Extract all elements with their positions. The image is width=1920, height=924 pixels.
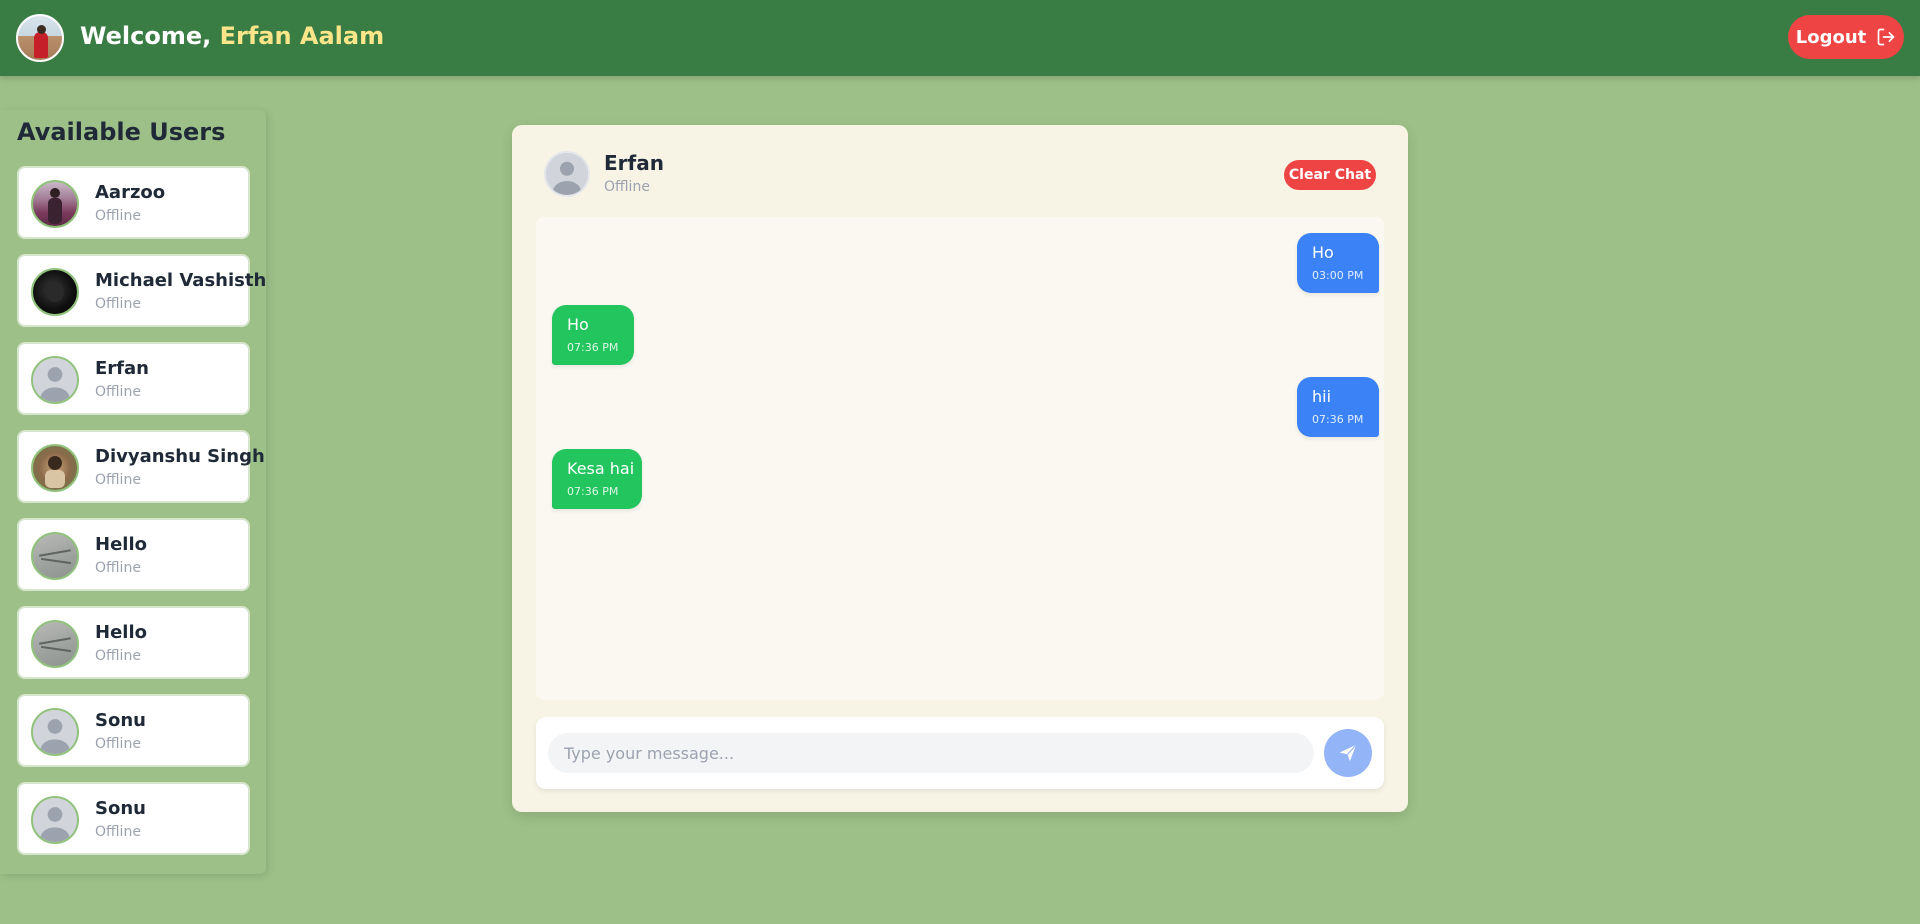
sidebar-title: Available Users [17,118,226,146]
app-header: Welcome, Erfan Aalam Logout [0,0,1920,76]
user-avatar [31,180,79,228]
default-user-icon [31,796,79,844]
user-name: Hello [95,534,147,555]
user-name: Michael Vashisth [95,270,267,291]
user-card-sonu[interactable]: Sonu Offline [17,782,250,855]
user-status: Offline [95,384,141,400]
send-icon [1339,744,1357,762]
user-name: Divyanshu Singh [95,446,265,467]
user-status: Offline [95,208,141,224]
current-user-name: Erfan Aalam [219,22,385,50]
message-bubble-received: Ho 07:36 PM [552,305,634,365]
current-user-avatar [16,14,64,62]
user-status: Offline [95,648,141,664]
user-avatar [31,532,79,580]
user-card-hello[interactable]: Hello Offline [17,518,250,591]
message-list[interactable]: Ho 03:00 PM Ho 07:36 PM hii 07:36 PM Kes… [536,217,1384,700]
clear-chat-button[interactable]: Clear Chat [1284,160,1376,190]
user-name: Hello [95,622,147,643]
message-composer [536,717,1384,789]
default-user-icon [544,151,590,197]
user-name: Sonu [95,798,146,819]
message-text: hii [1312,387,1332,406]
user-name: Aarzoo [95,182,166,203]
default-user-icon [31,708,79,756]
user-status: Offline [95,472,141,488]
chat-contact-status: Offline [604,179,650,195]
user-card-hello[interactable]: Hello Offline [17,606,250,679]
user-avatar [31,268,79,316]
message-time: 03:00 PM [1312,269,1364,282]
chat-contact-name: Erfan [604,151,664,175]
message-text: Ho [1312,243,1334,262]
message-input[interactable] [548,733,1314,773]
avatar-figure [34,32,48,58]
user-card-aarzoo[interactable]: Aarzoo Offline [17,166,250,239]
message-text: Ho [567,315,589,334]
message-bubble-received: Kesa hai 07:36 PM [552,449,642,509]
chat-panel: Erfan Offline Clear Chat Ho 03:00 PM Ho … [512,125,1408,812]
message-bubble-sent: hii 07:36 PM [1297,377,1379,437]
avatar-head [37,25,46,34]
message-time: 07:36 PM [1312,413,1364,426]
message-time: 07:36 PM [567,341,619,354]
logout-button[interactable]: Logout [1788,15,1904,59]
user-card-sonu[interactable]: Sonu Offline [17,694,250,767]
message-text: Kesa hai [567,459,635,478]
user-status: Offline [95,736,141,752]
user-card-erfan[interactable]: Erfan Offline [17,342,250,415]
user-status: Offline [95,296,141,312]
logout-label: Logout [1795,26,1867,48]
user-card-michael-vashisth[interactable]: Michael Vashisth Offline [17,254,266,327]
welcome-heading: Welcome, Erfan Aalam [80,20,384,52]
user-status: Offline [95,824,141,840]
send-button[interactable] [1324,729,1372,777]
user-avatar [31,620,79,668]
user-card-divyanshu-singh[interactable]: Divyanshu Singh Offline [17,430,265,503]
message-time: 07:36 PM [567,485,619,498]
user-status: Offline [95,560,141,576]
logout-icon [1877,28,1895,46]
user-avatar [31,444,79,492]
user-name: Erfan [95,358,149,379]
default-user-icon [31,356,79,404]
user-name: Sonu [95,710,146,731]
welcome-prefix: Welcome, [80,22,220,50]
message-bubble-sent: Ho 03:00 PM [1297,233,1379,293]
users-sidebar: Available Users Aarzoo Offline Michael V… [0,110,266,874]
